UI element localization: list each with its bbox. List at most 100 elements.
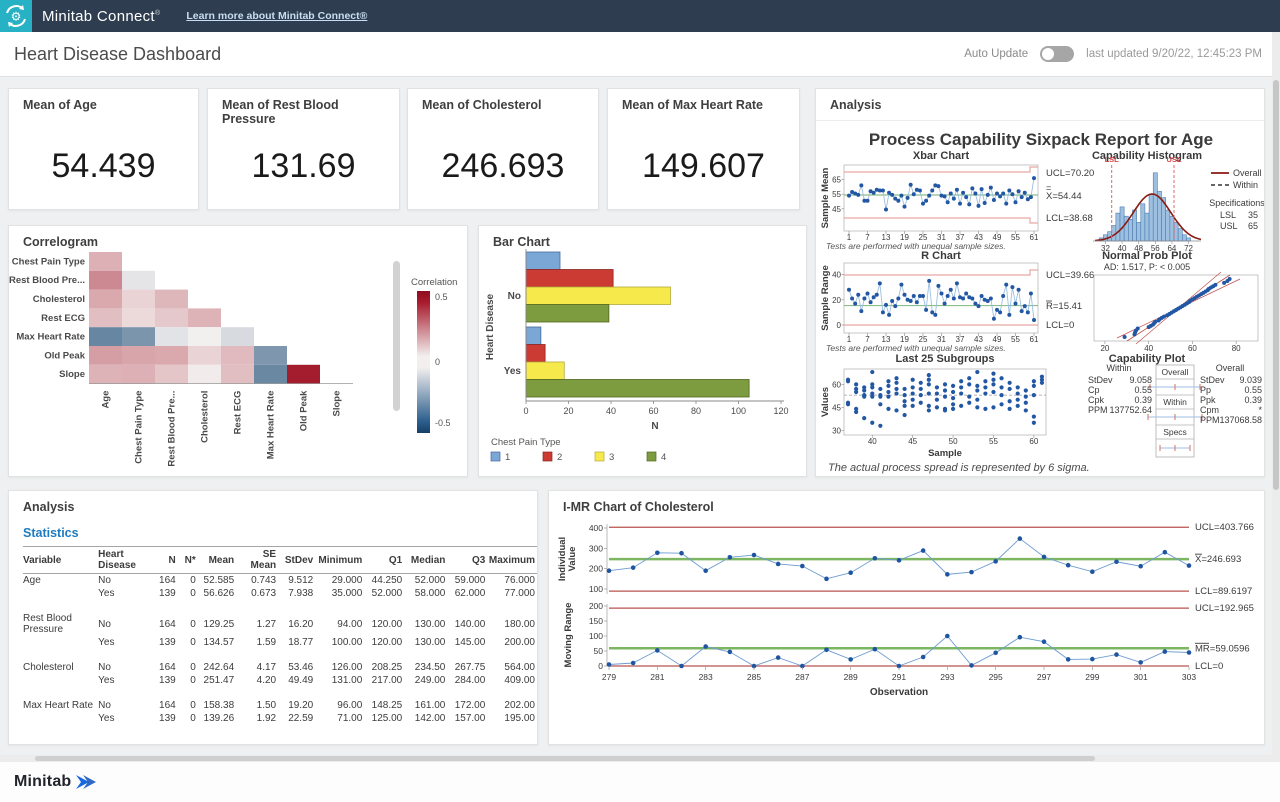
svg-text:Within: Within [1163, 397, 1187, 407]
auto-update-toggle[interactable] [1040, 46, 1074, 62]
svg-text:Rest ECG: Rest ECG [41, 313, 85, 324]
stats-col-header: Q3 [447, 547, 487, 574]
svg-text:40: 40 [832, 271, 841, 280]
sixpack-chart: Process Capability Sixpack Report for Ag… [816, 121, 1264, 477]
svg-text:MR=59.0596: MR=59.0596 [1195, 643, 1250, 654]
kpi-value: 246.693 [408, 147, 598, 186]
svg-text:UCL=403.766: UCL=403.766 [1195, 522, 1254, 533]
svg-text:35: 35 [1248, 210, 1258, 220]
panel-title: Analysis [816, 89, 1264, 112]
panel-title: Correlogram [9, 226, 467, 249]
bar-chart-panel: Bar Chart NoYes020406080100120NHeart Dis… [478, 225, 807, 477]
svg-text:200: 200 [589, 564, 603, 574]
svg-text:LCL=0: LCL=0 [1046, 320, 1074, 331]
svg-text:0: 0 [837, 321, 842, 330]
svg-text:9.039: 9.039 [1239, 375, 1262, 385]
page-footer: Minitab [0, 762, 1280, 802]
svg-text:USL: USL [1220, 221, 1238, 231]
horizontal-scrollbar-thumb[interactable] [35, 756, 1095, 761]
kpi-value: 54.439 [9, 147, 198, 186]
stats-col-header: Minimum [315, 547, 364, 574]
svg-text:137068.58: 137068.58 [1219, 415, 1262, 425]
svg-text:Sample: Sample [928, 448, 962, 459]
svg-text:⚙: ⚙ [11, 10, 22, 24]
learn-more-link[interactable]: Learn more about Minitab Connect® [186, 10, 367, 22]
svg-text:Slope: Slope [332, 391, 343, 417]
svg-text:293: 293 [940, 672, 954, 682]
svg-text:60: 60 [648, 406, 658, 416]
kpi-title: Mean of Age [9, 89, 198, 112]
kpi-card-mean-mhr: Mean of Max Heart Rate 149.607 [607, 88, 800, 210]
table-row: AgeNo164052.5850.7439.51229.00044.25052.… [23, 574, 537, 588]
app-root: ⚙ Minitab Connect® Learn more about Mini… [0, 0, 1280, 802]
svg-text:Last 25 Subgroups: Last 25 Subgroups [895, 353, 994, 365]
svg-text:Ppk: Ppk [1200, 395, 1216, 405]
horizontal-scrollbar[interactable] [0, 755, 1272, 762]
statistics-heading: Statistics [9, 514, 537, 546]
svg-text:100: 100 [731, 406, 746, 416]
table-row: Yes1390251.474.2049.49131.00217.00249.00… [23, 674, 537, 687]
svg-text:Max Heart Rate: Max Heart Rate [16, 332, 85, 343]
svg-text:55: 55 [1011, 335, 1020, 344]
svg-text:-0.5: -0.5 [435, 418, 451, 428]
stats-col-header: Q1 [364, 547, 404, 574]
svg-text:X=54.44: X=54.44 [1046, 191, 1082, 202]
svg-text:Rest Blood Pre...: Rest Blood Pre... [9, 275, 85, 286]
svg-text:Chest Pain Type: Chest Pain Type [134, 391, 145, 464]
svg-text:Max Heart Rate: Max Heart Rate [266, 391, 277, 460]
svg-text:279: 279 [602, 672, 616, 682]
kpi-title: Mean of Cholesterol [408, 89, 598, 112]
svg-text:100: 100 [589, 584, 603, 594]
svg-text:Cholesterol: Cholesterol [200, 391, 211, 443]
svg-text:281: 281 [650, 672, 664, 682]
svg-text:*: * [1258, 405, 1262, 415]
correlogram-panel: Correlogram Chest Pain Type Rest Blood Pr… [8, 225, 468, 477]
svg-text:X=246.693: X=246.693 [1195, 554, 1241, 565]
stats-col-header: Heart Disease [98, 547, 152, 574]
kpi-value: 131.69 [208, 147, 399, 186]
page-title: Heart Disease Dashboard [14, 44, 221, 65]
brand-registered-mark: ® [155, 10, 160, 17]
svg-text:Age: Age [101, 391, 112, 409]
svg-text:9.058: 9.058 [1129, 375, 1152, 385]
svg-text:0: 0 [523, 406, 528, 416]
table-row: CholesterolNo1640242.644.1753.46126.0020… [23, 661, 537, 674]
svg-text:60: 60 [832, 380, 841, 389]
svg-text:Cpm: Cpm [1200, 405, 1219, 415]
svg-text:20: 20 [832, 296, 841, 305]
stats-col-header: Variable [23, 547, 98, 574]
svg-text:Overall: Overall [1233, 168, 1262, 178]
svg-text:61: 61 [1030, 335, 1039, 344]
minitab-connect-logo-icon: ⚙ [0, 0, 32, 32]
svg-text:Cp: Cp [1088, 385, 1100, 395]
svg-text:Xbar Chart: Xbar Chart [913, 150, 970, 162]
stats-col-header: SE Mean [236, 547, 278, 574]
svg-text:Rest ECG: Rest ECG [233, 391, 244, 435]
svg-text:No: No [508, 291, 521, 302]
svg-text:40: 40 [868, 437, 877, 446]
svg-text:291: 291 [892, 672, 906, 682]
svg-text:Correlation: Correlation [411, 277, 457, 288]
svg-text:45: 45 [908, 437, 917, 446]
vertical-scrollbar[interactable] [1272, 32, 1280, 802]
svg-text:Chest Pain Type: Chest Pain Type [12, 256, 85, 267]
kpi-title: Mean of Rest Blood Pressure [208, 89, 399, 126]
sixpack-analysis-panel: Analysis Process Capability Sixpack Repo… [815, 88, 1265, 477]
svg-text:301: 301 [1134, 672, 1148, 682]
svg-text:80: 80 [691, 406, 701, 416]
svg-text:LCL=38.68: LCL=38.68 [1046, 213, 1093, 224]
svg-text:60: 60 [1188, 344, 1197, 353]
svg-text:295: 295 [989, 672, 1003, 682]
svg-text:0.39: 0.39 [1134, 395, 1152, 405]
minitab-chevron-icon [76, 774, 96, 790]
svg-text:20: 20 [1100, 344, 1109, 353]
svg-text:297: 297 [1037, 672, 1051, 682]
svg-text:Observation: Observation [870, 687, 928, 698]
table-row: Yes139056.6260.6737.93835.00052.00058.00… [23, 587, 537, 600]
page-header: Heart Disease Dashboard Auto Update last… [0, 32, 1280, 77]
svg-text:80: 80 [1232, 344, 1241, 353]
svg-text:LCL=0: LCL=0 [1195, 661, 1223, 672]
svg-text:0.55: 0.55 [1134, 385, 1152, 395]
vertical-scrollbar-thumb[interactable] [1273, 80, 1279, 490]
svg-text:Cpk: Cpk [1088, 395, 1105, 405]
